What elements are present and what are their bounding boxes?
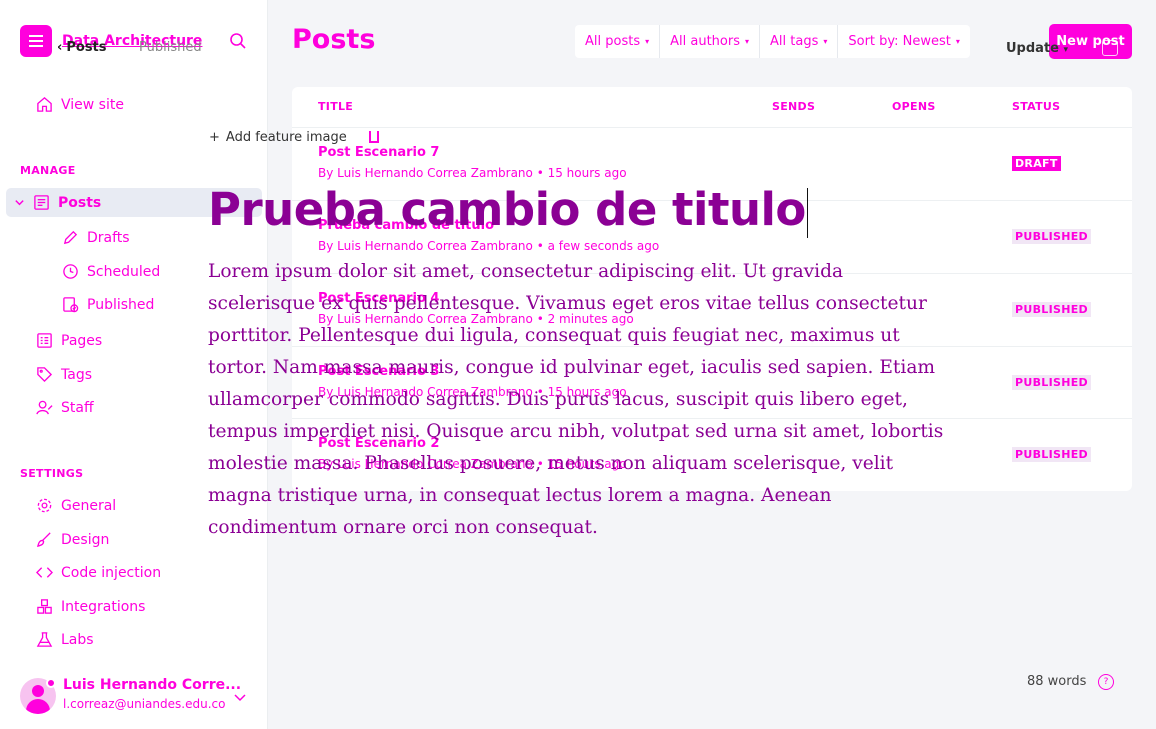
editor-back-link[interactable]: ‹ Posts (57, 40, 107, 55)
sidebar-item-label: Scheduled (87, 263, 161, 280)
user-name[interactable]: Luis Hernando Corre... (63, 677, 241, 693)
update-label: Update (1006, 41, 1059, 56)
chevron-down-icon[interactable] (233, 690, 247, 704)
filter-label: Sort by: Newest (848, 34, 951, 49)
sidebar-item-pages[interactable]: Pages (36, 332, 102, 349)
staff-icon (36, 400, 53, 415)
gear-icon (37, 498, 52, 513)
status-badge: PUBLISHED (1012, 229, 1091, 244)
status-badge: PUBLISHED (1012, 375, 1091, 390)
manage-section-label: MANAGE (20, 164, 76, 177)
sidebar-item-scheduled[interactable]: Scheduled (62, 263, 160, 280)
chevron-down-icon[interactable] (14, 197, 25, 208)
pages-icon (37, 333, 52, 348)
sidebar-item-integrations[interactable]: Integrations (36, 598, 145, 615)
filter-bar: All posts ▾ All authors ▾ All tags ▾ Sort b… (575, 25, 970, 58)
flask-icon (36, 632, 53, 647)
column-header-title: TITLE (318, 100, 354, 113)
sidebar-item-label: Published (87, 296, 155, 313)
sidebar-item-label: Posts (58, 194, 102, 211)
sidebar-item-label: Design (61, 531, 110, 548)
pencil-icon (63, 230, 78, 245)
sidebar-item-drafts[interactable]: Drafts (62, 229, 130, 246)
post-body-editor[interactable]: Lorem ipsum dolor sit amet, consectetur … (208, 256, 956, 544)
text-caret (806, 188, 808, 238)
post-meta: By Luis Hernando Correa Zambrano • 15 ho… (318, 166, 627, 180)
editor-back-label: Posts (66, 40, 107, 55)
update-button[interactable]: Update ▾ (1006, 41, 1068, 56)
integrations-icon (37, 599, 52, 614)
sort-dropdown[interactable]: Sort by: Newest ▾ (838, 25, 970, 58)
sidebar-item-label: Integrations (61, 598, 146, 615)
clock-icon (63, 264, 78, 279)
post-title[interactable]: Post Escenario 7 (318, 145, 439, 160)
plus-icon: + (209, 130, 220, 145)
sidebar-item-code-injection[interactable]: Code injection (36, 564, 161, 581)
filter-label: All authors (670, 34, 740, 49)
status-badge: PUBLISHED (1012, 302, 1091, 317)
filter-tag-dropdown[interactable]: All tags ▾ (760, 25, 839, 58)
online-status-dot (46, 678, 56, 688)
filter-author-dropdown[interactable]: All authors ▾ (660, 25, 761, 58)
sidebar-item-tags[interactable]: Tags (36, 366, 92, 383)
chevron-down-icon: ▾ (1063, 45, 1069, 55)
brand-logo-icon[interactable] (20, 25, 52, 57)
view-site-link[interactable]: View site (36, 96, 124, 113)
column-header-sends: SENDS (772, 100, 816, 113)
page-title: Posts (292, 24, 376, 55)
tag-icon (37, 367, 53, 383)
chevron-down-icon: ▾ (645, 37, 650, 46)
published-icon (63, 297, 79, 313)
column-header-status: STATUS (1012, 100, 1061, 113)
word-count: 88 words (1027, 674, 1087, 689)
sidebar-item-published[interactable]: Published (62, 296, 154, 313)
home-icon (37, 97, 52, 112)
filter-label: All tags (770, 34, 819, 49)
settings-section-label: SETTINGS (20, 467, 84, 480)
settings-panel-icon[interactable] (1102, 40, 1118, 56)
sidebar-item-general[interactable]: General (36, 497, 116, 514)
sidebar-item-label: General (61, 497, 117, 514)
posts-icon (34, 195, 49, 210)
sidebar-item-label: Pages (61, 332, 103, 349)
add-feature-image-button[interactable]: + Add feature image (209, 130, 347, 145)
sidebar-item-label: Staff (61, 399, 94, 416)
post-title-text: Prueba cambio de titulo (208, 183, 806, 236)
view-site-label: View site (61, 96, 124, 113)
chevron-down-icon: ▾ (955, 37, 960, 46)
add-feature-image-label: Add feature image (225, 130, 347, 145)
sidebar-item-label: Code injection (61, 564, 162, 581)
sidebar-item-labs[interactable]: Labs (36, 631, 94, 648)
user-email: l.correaz@uniandes.edu.co (63, 697, 226, 711)
post-meta: By Luis Hernando Correa Zambrano • a few… (318, 239, 660, 253)
editor-status: Published (139, 40, 202, 55)
sidebar-item-design[interactable]: Design (36, 531, 109, 548)
help-icon[interactable]: ? (1098, 674, 1114, 690)
cursor-icon (369, 131, 379, 143)
search-icon[interactable] (229, 32, 247, 50)
sidebar-item-label: Labs (61, 631, 94, 648)
filter-label: All posts (585, 34, 641, 49)
sidebar-item-label: Drafts (87, 229, 130, 246)
status-badge: DRAFT (1012, 156, 1061, 171)
post-title-input[interactable]: Prueba cambio de titulo (208, 183, 808, 238)
status-badge: PUBLISHED (1012, 447, 1091, 462)
chevron-down-icon: ▾ (823, 37, 828, 46)
brush-icon (36, 532, 51, 548)
chevron-down-icon: ▾ (745, 37, 750, 46)
code-icon (36, 567, 53, 578)
column-header-opens: OPENS (892, 100, 936, 113)
sidebar-item-staff[interactable]: Staff (36, 399, 94, 416)
sidebar-item-label: Tags (61, 366, 92, 383)
chevron-left-icon: ‹ (57, 40, 63, 55)
filter-type-dropdown[interactable]: All posts ▾ (575, 25, 661, 58)
